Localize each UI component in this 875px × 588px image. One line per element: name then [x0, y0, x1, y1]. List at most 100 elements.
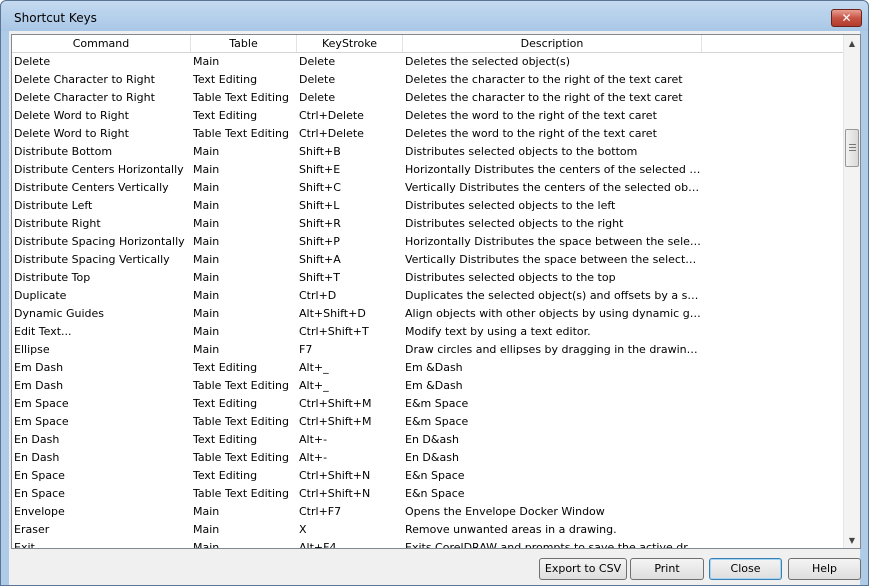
grip-line — [849, 144, 856, 145]
cell-keystroke: Ctrl+Shift+M — [299, 415, 372, 428]
cell-command: Delete Word to Right — [14, 127, 129, 140]
scroll-up-button[interactable]: ▲ — [844, 35, 860, 51]
cell-description: Exits CorelDRAW and prompts to save the … — [405, 541, 701, 549]
cell-table: Main — [193, 253, 220, 266]
cell-command: Delete — [14, 55, 51, 68]
table-row[interactable]: Distribute Bottom Main Shift+B Distributes … — [12, 143, 845, 161]
scrollbar-thumb[interactable] — [845, 129, 859, 167]
vertical-scrollbar[interactable]: ▲ ▼ — [843, 35, 860, 548]
cell-keystroke: Delete — [299, 55, 336, 68]
table-body: Delete Main Delete Deletes the selected obj… — [12, 53, 845, 549]
table-row[interactable]: Em Space Table Text Editing Ctrl+Shift+M E&… — [12, 413, 845, 431]
column-header-command[interactable]: Command — [12, 35, 191, 52]
table-row[interactable]: En Space Text Editing Ctrl+Shift+N E&n Spac… — [12, 467, 845, 485]
column-header-row: Command Table KeyStroke Description — [12, 35, 845, 53]
cell-description: E&n Space — [405, 487, 465, 500]
cell-description: Distributes selected objects to the righ… — [405, 217, 624, 230]
table-row[interactable]: Distribute Spacing Vertically Main Shift+A… — [12, 251, 845, 269]
cell-keystroke: Shift+P — [299, 235, 340, 248]
cell-keystroke: Shift+B — [299, 145, 341, 158]
cell-keystroke: Alt+_ — [299, 379, 329, 392]
table-row[interactable]: Edit Text... Main Ctrl+Shift+T Modify text … — [12, 323, 845, 341]
print-button[interactable]: Print — [630, 558, 704, 580]
cell-keystroke: Shift+E — [299, 163, 341, 176]
cell-command: Duplicate — [14, 289, 67, 302]
table-row[interactable]: Delete Word to Right Text Editing Ctrl+Del… — [12, 107, 845, 125]
cell-command: Distribute Left — [14, 199, 93, 212]
table-row[interactable]: Em Dash Table Text Editing Alt+_ Em &Dash — [12, 377, 845, 395]
table-row[interactable]: En Dash Table Text Editing Alt+- En D&ash — [12, 449, 845, 467]
table-row[interactable]: Distribute Spacing Horizontally Main Shift… — [12, 233, 845, 251]
table-row[interactable]: Distribute Left Main Shift+L Distributes se… — [12, 197, 845, 215]
cell-keystroke: X — [299, 523, 307, 536]
table-row[interactable]: Distribute Centers Vertically Main Shift+C… — [12, 179, 845, 197]
cell-table: Table Text Editing — [193, 379, 289, 392]
cell-command: Distribute Right — [14, 217, 101, 230]
export-to-csv-button[interactable]: Export to CSV — [539, 558, 627, 580]
cell-keystroke: Alt+_ — [299, 361, 329, 374]
help-button[interactable]: Help — [788, 558, 861, 580]
scroll-down-icon: ▼ — [848, 535, 856, 545]
cell-command: Distribute Top — [14, 271, 91, 284]
column-header-keystroke[interactable]: KeyStroke — [297, 35, 403, 52]
table-row[interactable]: Exit Main Alt+F4 Exits CorelDRAW and prompt… — [12, 539, 845, 549]
grip-line — [849, 147, 856, 148]
dialog-title: Shortcut Keys — [14, 11, 97, 25]
cell-table: Main — [193, 199, 220, 212]
cell-table: Table Text Editing — [193, 451, 289, 464]
table-row[interactable]: Duplicate Main Ctrl+D Duplicates the select… — [12, 287, 845, 305]
cell-command: Distribute Centers Vertically — [14, 181, 169, 194]
table-row[interactable]: Em Space Text Editing Ctrl+Shift+M E&m Spac… — [12, 395, 845, 413]
cell-keystroke: Shift+C — [299, 181, 341, 194]
table-row[interactable]: En Dash Text Editing Alt+- En D&ash — [12, 431, 845, 449]
column-header-table[interactable]: Table — [191, 35, 297, 52]
cell-command: En Dash — [14, 451, 60, 464]
cell-command: Distribute Spacing Vertically — [14, 253, 170, 266]
title-bar[interactable]: Shortcut Keys ✕ — [1, 1, 868, 31]
table-row[interactable]: Delete Character to Right Table Text Edit… — [12, 89, 845, 107]
table-row[interactable]: En Space Table Text Editing Ctrl+Shift+N E&… — [12, 485, 845, 503]
cell-description: Distributes selected objects to the top — [405, 271, 616, 284]
cell-table: Main — [193, 217, 220, 230]
table-row[interactable]: Eraser Main X Remove unwanted areas in a dr… — [12, 521, 845, 539]
scroll-down-button[interactable]: ▼ — [844, 532, 860, 548]
cell-command: Exit — [14, 541, 35, 549]
cell-description: En D&ash — [405, 451, 459, 464]
table-row[interactable]: Delete Character to Right Text Editing Del… — [12, 71, 845, 89]
cell-command: Em Dash — [14, 379, 64, 392]
table-row[interactable]: Em Dash Text Editing Alt+_ Em &Dash — [12, 359, 845, 377]
cell-description: Duplicates the selected object(s) and of… — [405, 289, 701, 302]
cell-command: Delete Character to Right — [14, 91, 155, 104]
table-row[interactable]: Ellipse Main F7 Draw circles and ellipses b… — [12, 341, 845, 359]
table-row[interactable]: Envelope Main Ctrl+F7 Opens the Envelope Do… — [12, 503, 845, 521]
cell-table: Text Editing — [193, 433, 258, 446]
table-row[interactable]: Dynamic Guides Main Alt+Shift+D Align objec… — [12, 305, 845, 323]
cell-table: Table Text Editing — [193, 415, 289, 428]
table-row[interactable]: Distribute Top Main Shift+T Distributes sel… — [12, 269, 845, 287]
close-button[interactable]: Close — [709, 558, 782, 580]
cell-table: Main — [193, 55, 220, 68]
table-row[interactable]: Delete Main Delete Deletes the selected obj… — [12, 53, 845, 71]
cell-keystroke: Ctrl+Shift+T — [299, 325, 369, 338]
cell-keystroke: Ctrl+Shift+N — [299, 469, 371, 482]
cell-keystroke: Delete — [299, 73, 336, 86]
cell-command: Ellipse — [14, 343, 50, 356]
cell-command: Em Dash — [14, 361, 64, 374]
close-window-button[interactable]: ✕ — [831, 9, 862, 27]
grip-line — [849, 150, 856, 151]
cell-table: Main — [193, 235, 220, 248]
cell-table: Main — [193, 289, 220, 302]
table-row[interactable]: Distribute Centers Horizontally Main Shift… — [12, 161, 845, 179]
cell-keystroke: Shift+A — [299, 253, 341, 266]
column-header-description[interactable]: Description — [403, 35, 702, 52]
shortcut-keys-dialog: Shortcut Keys ✕ Command Table KeyStroke … — [0, 0, 869, 586]
cell-keystroke: Alt+F4 — [299, 541, 337, 549]
cell-table: Text Editing — [193, 73, 258, 86]
cell-description: Opens the Envelope Docker Window — [405, 505, 605, 518]
dialog-body: Command Table KeyStroke Description Dele… — [9, 31, 861, 585]
table-row[interactable]: Distribute Right Main Shift+R Distributes s… — [12, 215, 845, 233]
table-row[interactable]: Delete Word to Right Table Text Editing Ct… — [12, 125, 845, 143]
cell-description: Distributes selected objects to the left — [405, 199, 616, 212]
cell-table: Main — [193, 343, 220, 356]
cell-description: Horizontally Distributes the space betwe… — [405, 235, 701, 248]
